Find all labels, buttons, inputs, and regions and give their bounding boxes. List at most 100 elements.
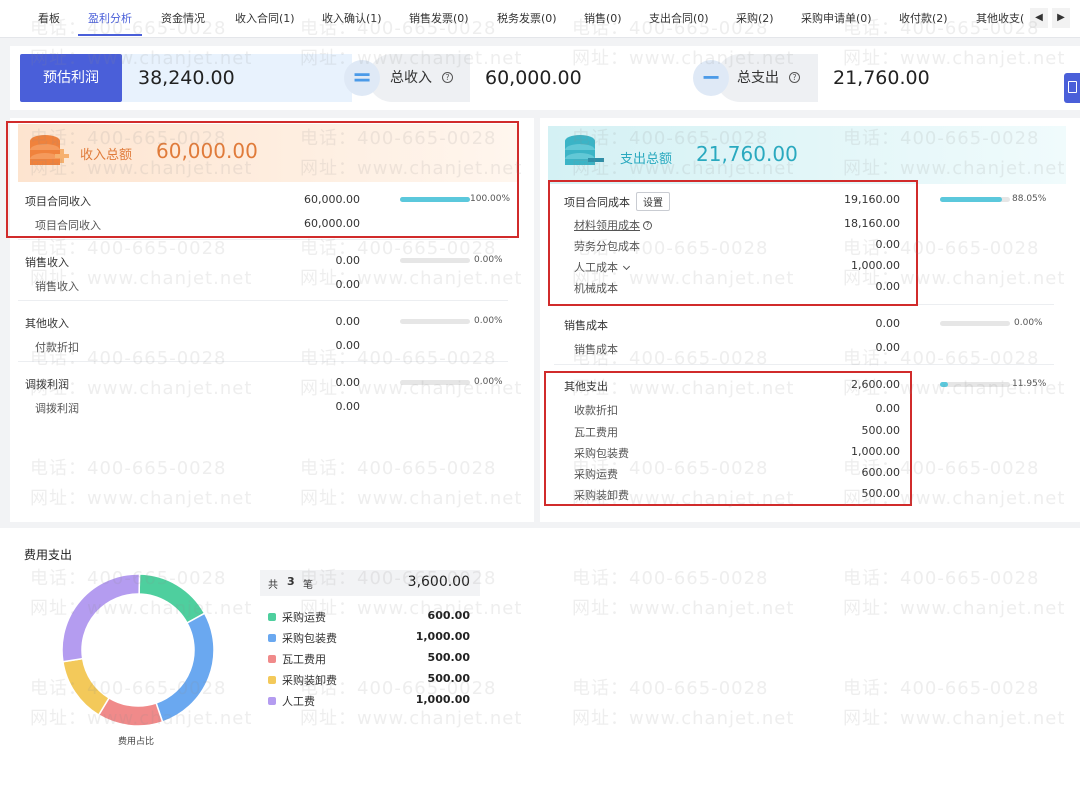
tab-income-contract[interactable]: 收入合同(1) bbox=[235, 0, 295, 36]
tab-other-income-expense[interactable]: 其他收支( bbox=[976, 0, 1024, 36]
profit-summary-bar: 预估利润 38,240.00 = 总收入? 60,000.00 − 总支出? 2… bbox=[10, 46, 1080, 110]
expense-group-value: 0.00 bbox=[875, 317, 901, 330]
total-income-label: 总收入? bbox=[390, 54, 453, 102]
legend-name: 人工费 bbox=[282, 695, 315, 708]
chevron-right-icon: ▶ bbox=[1057, 12, 1065, 23]
tab-profit-analysis[interactable]: 盈利分析 bbox=[78, 0, 142, 36]
highlight-box bbox=[548, 180, 918, 306]
tab-purchase-request[interactable]: 采购申请单(0) bbox=[801, 0, 872, 36]
income-item-name: 调拨利润 bbox=[35, 402, 79, 415]
expense-group-bar bbox=[940, 197, 1010, 202]
help-icon[interactable]: ? bbox=[789, 72, 800, 83]
tab-fund-status[interactable]: 资金情况 bbox=[161, 0, 205, 36]
donut-slice[interactable] bbox=[61, 573, 141, 663]
income-group-value: 0.00 bbox=[335, 315, 361, 328]
tab-tax-invoice[interactable]: 税务发票(0) bbox=[497, 0, 557, 36]
fee-expense-title: 费用支出 bbox=[24, 548, 73, 562]
income-item-value: 0.00 bbox=[335, 400, 361, 413]
expense-group-percent: 0.00% bbox=[1014, 318, 1043, 328]
donut-slice[interactable] bbox=[155, 612, 215, 723]
estimated-profit-badge: 预估利润 bbox=[20, 54, 122, 102]
fee-count-prefix: 共 bbox=[268, 580, 278, 591]
tab-receipts-payments[interactable]: 收付款(2) bbox=[899, 0, 948, 36]
fee-count: 3 bbox=[287, 575, 295, 588]
income-item-name: 付款折扣 bbox=[35, 341, 79, 354]
profit-analysis-page: 看板 盈利分析 资金情况 收入合同(1) 收入确认(1) 销售发票(0) 税务发… bbox=[0, 0, 1080, 785]
highlight-box bbox=[6, 121, 519, 238]
fee-count-suffix: 笔 bbox=[303, 580, 313, 591]
income-group-value: 0.00 bbox=[335, 376, 361, 389]
tab-purchase[interactable]: 采购(2) bbox=[736, 0, 774, 36]
legend-swatch bbox=[268, 697, 276, 705]
total-income-value: 60,000.00 bbox=[485, 67, 582, 89]
tab-sales[interactable]: 销售(0) bbox=[584, 0, 622, 36]
fee-expense-panel: 费用支出 费用占比 共 3 笔 3,600.00 采购运费 600.00 采购包… bbox=[0, 528, 1080, 785]
legend-value: 500.00 bbox=[427, 651, 470, 664]
divider bbox=[18, 300, 508, 301]
highlight-box bbox=[544, 371, 912, 506]
total-expense-value: 21,760.00 bbox=[833, 67, 930, 89]
legend-swatch bbox=[268, 613, 276, 621]
legend-name: 采购装卸费 bbox=[282, 674, 337, 687]
minus-icon: − bbox=[693, 60, 729, 96]
tab-next-button[interactable]: ▶ bbox=[1052, 8, 1070, 28]
income-group-bar bbox=[400, 319, 470, 324]
income-item-value: 0.00 bbox=[335, 339, 361, 352]
divider bbox=[18, 239, 508, 240]
document-icon bbox=[1068, 81, 1077, 93]
expense-group-percent: 88.05% bbox=[1012, 194, 1047, 204]
income-item-name: 销售收入 bbox=[35, 280, 79, 293]
expense-group-bar-fill bbox=[940, 382, 949, 387]
total-expense-label: 总支出? bbox=[737, 54, 800, 102]
income-group-percent: 0.00% bbox=[474, 255, 503, 265]
legend-name: 瓦工费用 bbox=[282, 653, 326, 666]
income-group-percent: 0.00% bbox=[474, 377, 503, 387]
legend-name: 采购包装费 bbox=[282, 632, 337, 645]
donut-slice[interactable] bbox=[62, 657, 111, 717]
legend-value: 1,000.00 bbox=[415, 693, 470, 706]
coin-stack-minus-icon bbox=[565, 135, 604, 165]
income-item-value: 0.00 bbox=[335, 278, 361, 291]
expense-item-value: 0.00 bbox=[875, 341, 901, 354]
fee-total: 3,600.00 bbox=[407, 574, 470, 590]
legend-name: 采购运费 bbox=[282, 611, 326, 624]
fee-summary-row: 共 3 笔 3,600.00 bbox=[260, 570, 480, 596]
legend-swatch bbox=[268, 634, 276, 642]
chart-caption: 费用占比 bbox=[118, 737, 155, 747]
expense-total-label: 支出总额 bbox=[620, 152, 673, 167]
expense-total-value: 21,760.00 bbox=[696, 142, 798, 166]
income-group-name: 调拨利润 bbox=[25, 378, 69, 391]
fee-donut-chart bbox=[61, 573, 215, 727]
expense-item-name: 销售成本 bbox=[574, 343, 618, 356]
tab-sales-invoice[interactable]: 销售发票(0) bbox=[409, 0, 469, 36]
chevron-left-icon: ◀ bbox=[1035, 12, 1043, 23]
legend-value: 600.00 bbox=[427, 609, 470, 622]
tab-income-confirm[interactable]: 收入确认(1) bbox=[322, 0, 382, 36]
expense-group-percent: 11.95% bbox=[1012, 379, 1047, 389]
income-group-bar bbox=[400, 380, 470, 385]
expense-group-bar-fill bbox=[940, 197, 1002, 202]
equals-icon: = bbox=[344, 60, 380, 96]
expense-header: 支出总额 21,760.00 bbox=[548, 126, 1066, 184]
income-group-name: 其他收入 bbox=[25, 317, 69, 330]
expense-group-bar bbox=[940, 382, 1010, 387]
legend-swatch bbox=[268, 655, 276, 663]
income-group-name: 销售收入 bbox=[25, 256, 69, 269]
estimated-profit-value: 38,240.00 bbox=[138, 67, 235, 89]
income-group-value: 0.00 bbox=[335, 254, 361, 267]
legend-swatch bbox=[268, 676, 276, 684]
tab-bar: 看板 盈利分析 资金情况 收入合同(1) 收入确认(1) 销售发票(0) 税务发… bbox=[0, 0, 1080, 38]
tab-prev-button[interactable]: ◀ bbox=[1030, 8, 1048, 28]
divider bbox=[18, 361, 508, 362]
tab-dashboard[interactable]: 看板 bbox=[38, 0, 60, 36]
side-panel-toggle[interactable] bbox=[1064, 73, 1080, 103]
income-group-percent: 0.00% bbox=[474, 316, 503, 326]
expense-group-name: 销售成本 bbox=[564, 319, 608, 332]
help-icon[interactable]: ? bbox=[442, 72, 453, 83]
divider bbox=[554, 364, 1054, 365]
donut-slice[interactable] bbox=[97, 696, 164, 727]
expense-group-bar bbox=[940, 321, 1010, 326]
donut-slice[interactable] bbox=[138, 573, 206, 624]
tab-expense-contract[interactable]: 支出合同(0) bbox=[649, 0, 709, 36]
legend-value: 500.00 bbox=[427, 672, 470, 685]
